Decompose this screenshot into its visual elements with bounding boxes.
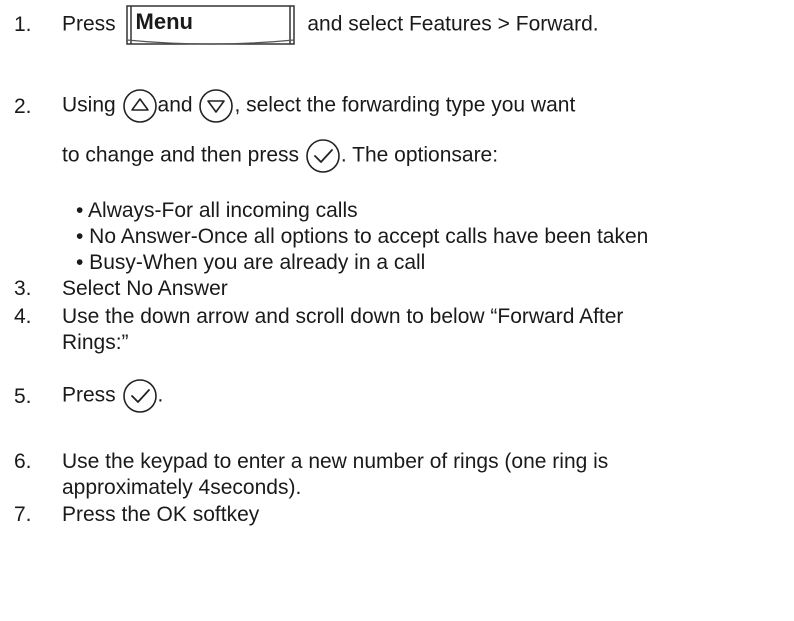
step-number: 5. [14,385,32,408]
step-text: approximately 4seconds). [62,476,302,499]
step-text: Select No Answer [62,277,228,300]
step-text: Press [62,383,116,407]
step-number: 2. [14,95,32,118]
step-text: Use the down arrow and scroll down to be… [62,305,624,328]
menu-key-icon: Menu [124,4,298,46]
ok-check-icon [306,139,340,173]
step-text: , select the forwarding type you want [234,93,576,117]
step-text: Rings:” [62,331,129,354]
step-text: Using [62,93,116,117]
ok-check-icon [122,379,157,413]
step-text: to change and then press [62,143,300,167]
step-number: 1. [14,13,32,36]
step-text: Press [62,12,116,36]
step-number: 7. [14,503,32,526]
step-text: and select Features > Forward. [307,12,599,36]
step-number: 4. [14,305,32,328]
step-text: Use the keypad to enter a new number of … [62,450,609,473]
menu-key-label: Menu [135,9,193,34]
step-text: . [157,383,164,407]
step-text: . The optionsare: [340,143,499,167]
step-number: 6. [14,450,32,473]
step-text: Press the OK softkey [62,503,260,526]
step-number: 3. [14,277,32,300]
up-arrow-icon [122,89,157,123]
down-arrow-icon [199,89,234,123]
step-text: and [157,93,193,117]
